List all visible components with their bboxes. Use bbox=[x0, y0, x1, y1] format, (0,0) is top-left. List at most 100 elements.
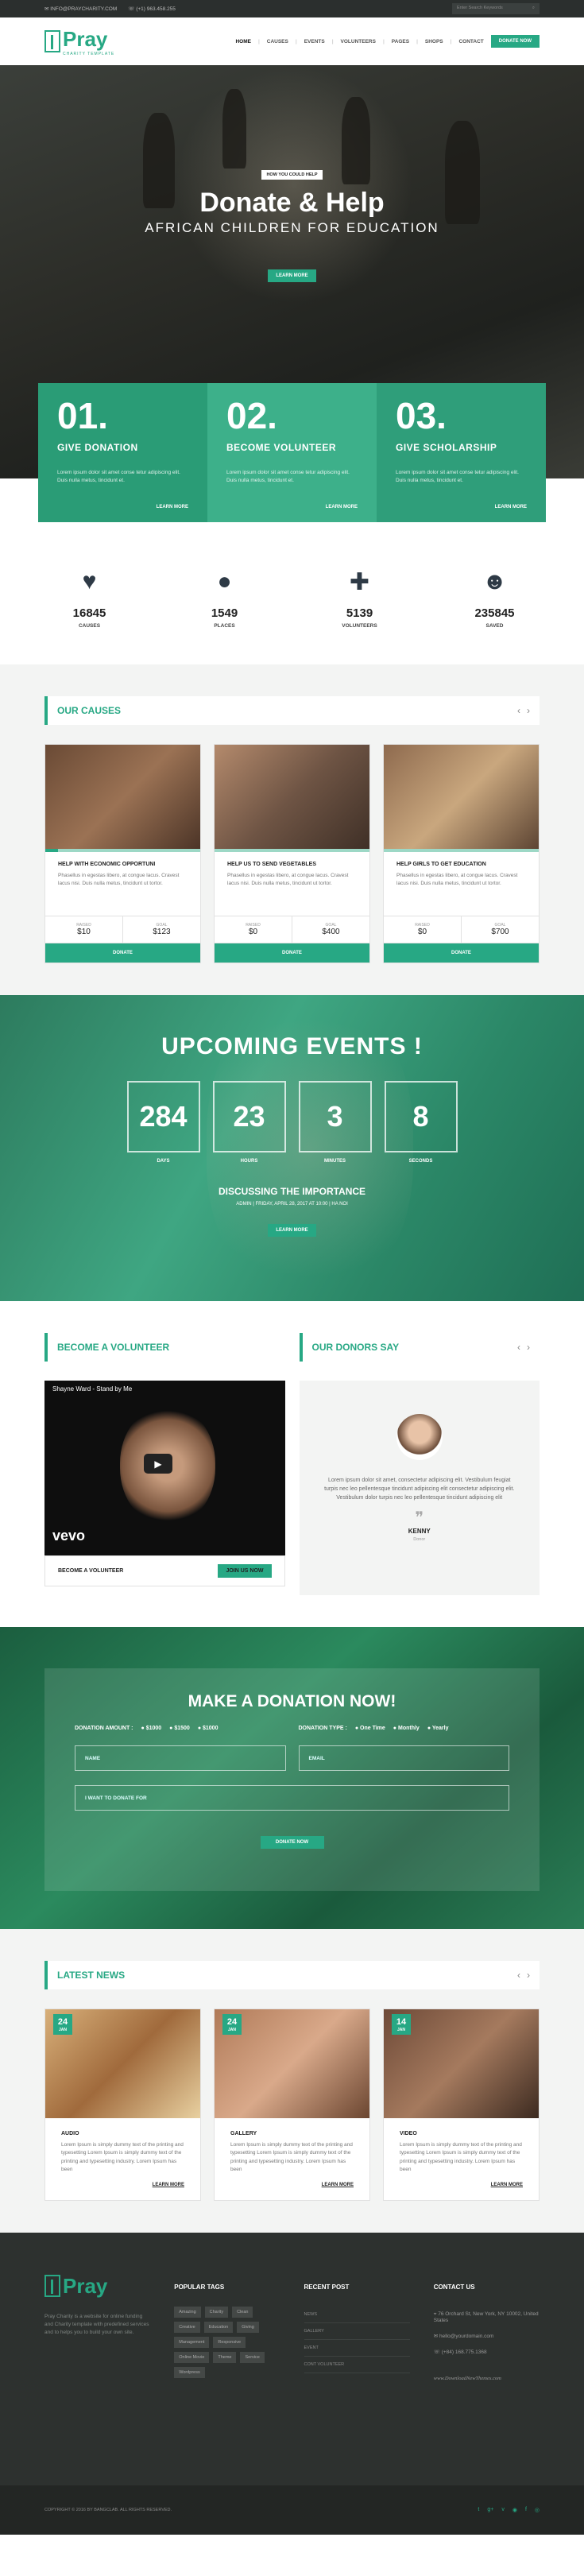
google-plus-icon[interactable]: g+ bbox=[487, 2507, 493, 2513]
chevron-right-icon[interactable]: › bbox=[527, 705, 530, 716]
chevron-left-icon[interactable]: ‹ bbox=[517, 1342, 520, 1353]
card-learn-more-link[interactable]: LEARN MORE bbox=[495, 505, 527, 509]
amount-radio[interactable]: ● $1000 bbox=[141, 1726, 162, 1731]
amount-radio[interactable]: ● $1000 bbox=[198, 1726, 219, 1731]
menu-causes[interactable]: CAUSES bbox=[267, 39, 288, 45]
type-radio[interactable]: ● Yearly bbox=[427, 1726, 449, 1731]
tag-link[interactable]: Responsive bbox=[213, 2336, 246, 2348]
tag-link[interactable]: Clean bbox=[232, 2306, 253, 2318]
hero-learn-more-button[interactable]: LEARN MORE bbox=[268, 269, 316, 282]
tag-link[interactable]: Charity bbox=[204, 2306, 229, 2318]
news-learn-more-link[interactable]: LEARN MORE bbox=[230, 2183, 354, 2187]
footer-contact: CONTACT US ⌖ 76 Orchard St, New York, NY… bbox=[434, 2274, 540, 2457]
news-category[interactable]: GALLERY bbox=[230, 2131, 354, 2136]
address-text: ⌖ 76 Orchard St, New York, NY 10002, Uni… bbox=[433, 2311, 539, 2323]
amount-radio[interactable]: ● $1500 bbox=[169, 1726, 190, 1731]
globe-icon: ● bbox=[217, 568, 232, 595]
tag-link[interactable]: Creative bbox=[174, 2321, 200, 2333]
tag-link[interactable]: Wordpress bbox=[174, 2366, 205, 2378]
vimeo-icon[interactable]: v bbox=[501, 2507, 505, 2513]
menu-events[interactable]: EVENTS bbox=[304, 39, 325, 45]
cause-title[interactable]: HELP GIRLS TO GET EDUCATION bbox=[396, 862, 526, 867]
tag-link[interactable]: Service bbox=[240, 2351, 265, 2363]
phone-value: (+1) 963.458.255 bbox=[136, 6, 176, 12]
chevron-right-icon[interactable]: › bbox=[527, 1970, 530, 1981]
stat-label: VOLUNTEERS bbox=[342, 623, 377, 629]
footer-logo[interactable]: Pray bbox=[44, 2274, 150, 2299]
name-field[interactable]: NAME bbox=[75, 1745, 286, 1771]
recent-post-link[interactable]: NEWS bbox=[304, 2307, 410, 2323]
facebook-icon[interactable]: f bbox=[525, 2507, 527, 2513]
donor-role: Donor bbox=[413, 1536, 426, 1542]
menu-pages[interactable]: PAGES bbox=[392, 39, 409, 45]
menu-sep: | bbox=[450, 38, 452, 45]
chevron-right-icon[interactable]: › bbox=[527, 1342, 530, 1353]
menu-shops[interactable]: SHOPS bbox=[425, 39, 443, 45]
cause-title[interactable]: HELP US TO SEND VEGETABLES bbox=[227, 862, 357, 867]
play-icon[interactable]: ▶ bbox=[144, 1454, 172, 1474]
instagram-icon[interactable]: ◎ bbox=[535, 2507, 540, 2513]
recent-post-link[interactable]: CONT VOLUNTEER bbox=[304, 2357, 410, 2373]
card-give-donation: 01. GIVE DONATION Lorem ipsum dolor sit … bbox=[38, 383, 207, 522]
menu-sep: | bbox=[295, 38, 297, 45]
testimonial: Lorem ipsum dolor sit amet, consectetur … bbox=[299, 1381, 540, 1595]
type-radio[interactable]: ● Monthly bbox=[393, 1726, 420, 1731]
cause-donate-button[interactable]: DONATE bbox=[215, 943, 369, 963]
logo-icon bbox=[44, 30, 60, 52]
footer-heading: POPULAR TAGS bbox=[174, 2283, 225, 2291]
type-value: Monthly bbox=[397, 1726, 420, 1731]
rss-icon[interactable]: ◉ bbox=[512, 2507, 517, 2513]
recent-post-link[interactable]: EVENT bbox=[304, 2340, 410, 2357]
donor-name: KENNY bbox=[408, 1527, 431, 1535]
menu-contact[interactable]: CONTACT bbox=[458, 39, 483, 45]
card-learn-more-link[interactable]: LEARN MORE bbox=[157, 505, 188, 509]
search-input[interactable]: Enter Search Keywords ⌕ bbox=[452, 3, 540, 14]
tag-link[interactable]: Theme bbox=[213, 2351, 237, 2363]
menu-home[interactable]: HOME bbox=[235, 39, 251, 45]
news-category[interactable]: AUDIO bbox=[61, 2131, 184, 2136]
chevron-left-icon[interactable]: ‹ bbox=[517, 705, 520, 716]
raised-amount: RAISED $0 bbox=[215, 916, 292, 943]
menu-sep: | bbox=[382, 38, 385, 45]
donation-submit-button[interactable]: DONATE NOW bbox=[260, 1836, 324, 1849]
events-learn-more-button[interactable]: LEARN MORE bbox=[268, 1224, 316, 1237]
cause-title[interactable]: HELP WITH ECONOMIC OPPORTUNI bbox=[58, 862, 188, 867]
stats-section: ♥ 16845 CAUSES ● 1549 PLACES ✚ 5139 VOLUNTEERS… bbox=[0, 522, 584, 664]
news-learn-more-link[interactable]: LEARN MORE bbox=[400, 2183, 523, 2187]
cause-donate-button[interactable]: DONATE bbox=[384, 943, 539, 963]
tag-link[interactable]: Giving bbox=[237, 2321, 259, 2333]
join-us-button[interactable]: JOIN US NOW bbox=[218, 1564, 272, 1578]
twitter-icon[interactable]: t bbox=[478, 2507, 479, 2513]
chevron-left-icon[interactable]: ‹ bbox=[517, 1970, 520, 1981]
email-link[interactable]: ✉ INFO@PRAYCHARITY.COM bbox=[44, 6, 117, 12]
search-icon[interactable]: ⌕ bbox=[532, 6, 535, 12]
tag-link[interactable]: Education bbox=[203, 2321, 234, 2333]
video-player[interactable]: Shayne Ward - Stand by Me ▶ vevo bbox=[44, 1381, 285, 1555]
tag-link[interactable]: Amazing bbox=[174, 2306, 201, 2318]
news-learn-more-link[interactable]: LEARN MORE bbox=[61, 2183, 184, 2187]
card-learn-more-link[interactable]: LEARN MORE bbox=[326, 505, 358, 509]
mail-link[interactable]: ✉ hello@yourdomain.com bbox=[434, 2328, 540, 2344]
logo[interactable]: Pray CHARITY TEMPLATE bbox=[44, 27, 114, 56]
tag-link[interactable]: Management bbox=[174, 2336, 210, 2348]
email-field[interactable]: EMAIL bbox=[298, 1745, 509, 1771]
raised-value: $0 bbox=[417, 928, 427, 936]
goal-value: $123 bbox=[153, 928, 171, 936]
cause-amounts: RAISED $10 GOAL $123 bbox=[45, 916, 200, 943]
event-title[interactable]: DISCUSSING THE IMPORTANCE bbox=[0, 1186, 584, 1197]
news-category[interactable]: VIDEO bbox=[400, 2131, 523, 2136]
recent-post-link[interactable]: GALLERY bbox=[304, 2323, 410, 2340]
news-section: LATEST NEWS ‹ › 24 JAN AUDIO Lorem Ipsum is … bbox=[0, 1929, 584, 2233]
menu-sep: | bbox=[257, 38, 260, 45]
hero-subtitle: AFRICAN CHILDREN FOR EDUCATION bbox=[145, 220, 439, 235]
type-radio[interactable]: ● One Time bbox=[355, 1726, 385, 1731]
donate-now-button[interactable]: DONATE NOW bbox=[490, 35, 540, 48]
cause-body: HELP GIRLS TO GET EDUCATION Phasellus in … bbox=[384, 852, 539, 916]
menu-volunteers[interactable]: VOLUNTEERS bbox=[341, 39, 376, 45]
cause-text: Phasellus in egestas libero, at congue l… bbox=[396, 873, 518, 886]
tag-link[interactable]: Online Movie bbox=[174, 2351, 210, 2363]
cause-donate-button[interactable]: DONATE bbox=[45, 943, 200, 963]
purpose-field[interactable]: I WANT TO DONATE FOR bbox=[75, 1785, 509, 1811]
events-section: UPCOMING EVENTS ! 284 DAYS 23 HOURS 3 MINUT… bbox=[0, 995, 584, 1301]
card-text: Lorem ipsum dolor sit amet conse tetur a… bbox=[57, 470, 180, 483]
